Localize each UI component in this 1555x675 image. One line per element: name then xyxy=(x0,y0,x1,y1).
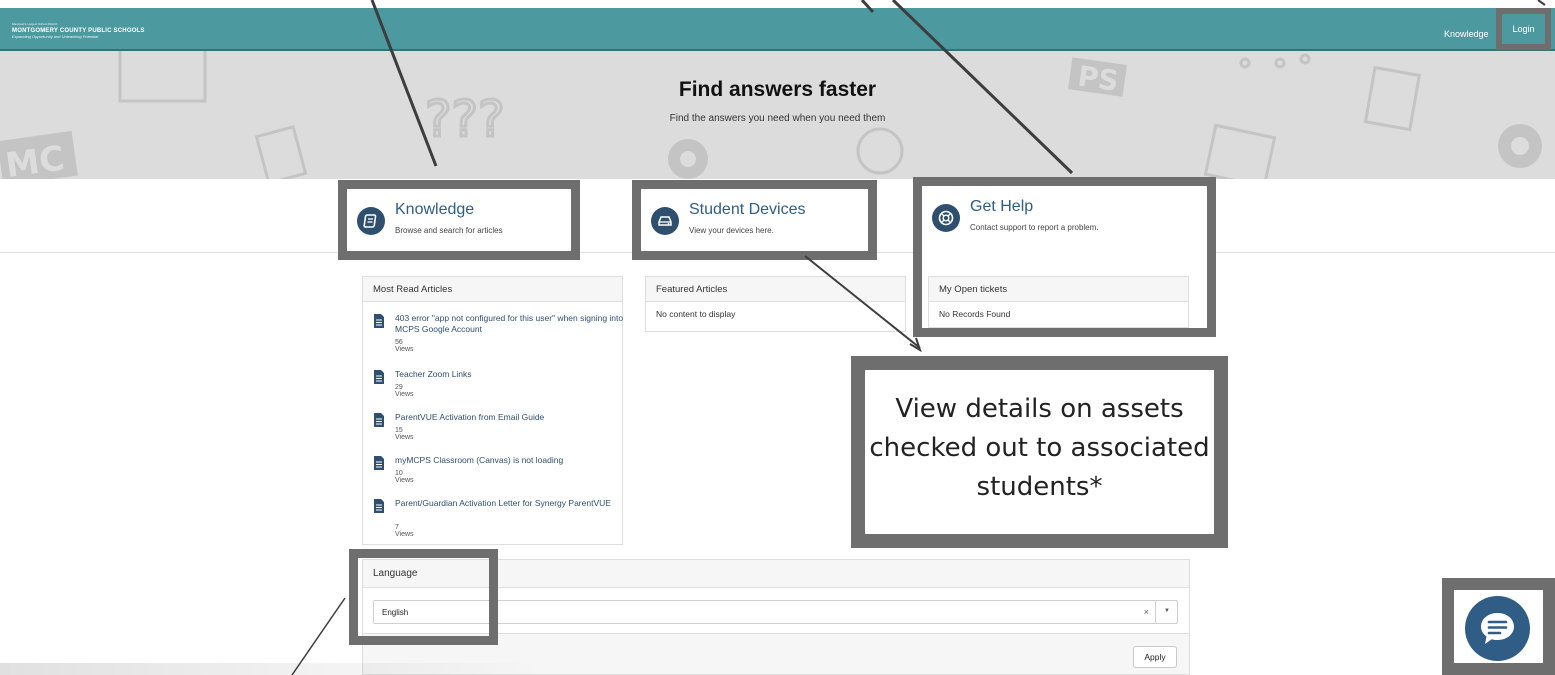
document-icon xyxy=(374,413,384,427)
article-views: 7 Views xyxy=(395,524,414,538)
mcps-logo[interactable]: Maryland's Largest School District MONTG… xyxy=(12,23,145,39)
logo-tagline-top: Maryland's Largest School District xyxy=(12,22,58,26)
student-devices-card[interactable]: Student Devices View your devices here. xyxy=(632,180,877,260)
article-views: 10 Views xyxy=(395,470,414,484)
hero-banner: ??? MC PS Find answers faster Find the a… xyxy=(0,51,1555,179)
document-icon xyxy=(374,314,384,328)
chevron-down-icon[interactable]: ▼ xyxy=(1164,608,1170,614)
hero-title: Find answers faster xyxy=(678,78,877,101)
annotation-callout: View details on assets checked out to as… xyxy=(851,356,1228,548)
featured-articles-panel: Featured Articles No content to display xyxy=(645,276,906,332)
student-devices-card-title: Student Devices xyxy=(689,201,806,218)
article-views: 15 Views xyxy=(395,427,414,441)
document-icon xyxy=(374,370,384,384)
article-link[interactable]: Teacher Zoom Links xyxy=(395,369,635,380)
device-icon xyxy=(651,207,679,235)
featured-articles-header: Featured Articles xyxy=(646,277,905,302)
open-tickets-empty: No Records Found xyxy=(939,309,1011,319)
most-read-articles-panel: Most Read Articles 403 error "app not co… xyxy=(362,276,623,545)
article-link[interactable]: ParentVUE Activation from Email Guide xyxy=(395,412,635,423)
article-link[interactable]: 403 error "app not configured for this u… xyxy=(395,313,635,335)
annotation-highlight-language xyxy=(349,549,498,645)
chat-bubble-icon xyxy=(1481,613,1514,644)
knowledge-card-description: Browse and search for articles xyxy=(395,226,503,235)
nav-knowledge-link[interactable]: Knowledge xyxy=(1444,29,1489,39)
book-icon xyxy=(357,207,385,235)
article-link[interactable]: myMCPS Classroom (Canvas) is not loading xyxy=(395,455,635,466)
open-tickets-header: My Open tickets xyxy=(929,277,1188,302)
lifebuoy-icon xyxy=(932,204,960,232)
hero-subtitle: Find the answers you need when you need … xyxy=(669,113,886,124)
student-devices-card-description: View your devices here. xyxy=(689,226,774,235)
get-help-card-description: Contact support to report a problem. xyxy=(970,223,1099,232)
document-icon xyxy=(374,456,384,470)
svg-text:MC: MC xyxy=(3,138,67,179)
scrollbar-shadow xyxy=(0,663,545,675)
top-strip xyxy=(0,0,1555,8)
annotation-callout-text: View details on assets checked out to as… xyxy=(869,394,1210,502)
document-icon xyxy=(374,499,384,513)
logo-tagline-bottom: Expanding Opportunity and Unleashing Pot… xyxy=(12,34,99,39)
chat-button[interactable] xyxy=(1465,596,1530,661)
article-views: 56 Views xyxy=(395,339,414,353)
navbar: Maryland's Largest School District MONTG… xyxy=(0,8,1555,50)
nav-login-link[interactable]: Login xyxy=(1496,8,1551,50)
knowledge-card[interactable]: Knowledge Browse and search for articles xyxy=(338,180,580,260)
most-read-articles-header: Most Read Articles xyxy=(363,277,622,302)
open-tickets-panel: My Open tickets No Records Found xyxy=(928,276,1189,328)
get-help-card-title: Get Help xyxy=(970,198,1034,215)
select-divider xyxy=(1155,601,1156,623)
knowledge-card-title: Knowledge xyxy=(395,201,475,218)
clear-icon[interactable]: × xyxy=(1144,607,1149,617)
article-link[interactable]: Parent/Guardian Activation Letter for Sy… xyxy=(395,498,635,509)
article-views: 29 Views xyxy=(395,384,414,398)
apply-button[interactable]: Apply xyxy=(1133,646,1177,668)
featured-articles-empty: No content to display xyxy=(656,309,736,319)
